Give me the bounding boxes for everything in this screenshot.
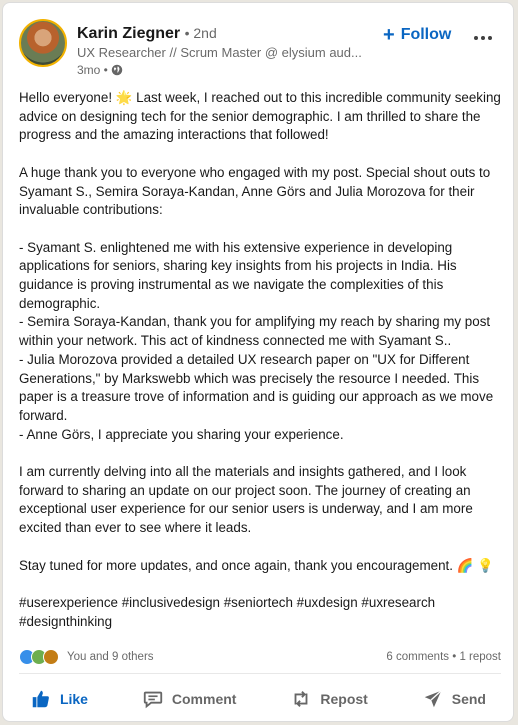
- send-icon: [424, 690, 442, 708]
- social-counts: You and 9 others 6 comments • 1 repost: [19, 647, 501, 667]
- reaction-icons[interactable]: [19, 649, 59, 665]
- comment-label: Comment: [171, 691, 237, 707]
- more-dot: [488, 36, 492, 40]
- post-paragraph: A huge thank you to everyone who engaged…: [19, 164, 491, 218]
- author-headline: UX Researcher // Scrum Master @ elysium …: [77, 45, 362, 60]
- divider: [19, 673, 501, 674]
- more-icon[interactable]: [471, 25, 495, 49]
- post-meta: 3mo •: [77, 63, 123, 77]
- comments-reposts-count[interactable]: 6 comments • 1 repost: [386, 651, 501, 663]
- comment-button[interactable]: Comment: [134, 682, 245, 716]
- post-bullet: - Julia Morozova provided a detailed UX …: [19, 351, 494, 423]
- action-bar: Like Comment Repost Send: [3, 679, 513, 719]
- post-header: Karin Ziegner • 2nd UX Researcher // Scr…: [3, 3, 513, 83]
- repost-label: Repost: [320, 691, 368, 707]
- avatar[interactable]: [19, 19, 67, 67]
- post-card: Karin Ziegner • 2nd UX Researcher // Scr…: [2, 2, 514, 722]
- send-button[interactable]: Send: [414, 682, 494, 716]
- more-dot: [474, 36, 478, 40]
- post-paragraph: Stay tuned for more updates, and once ag…: [19, 557, 494, 573]
- post-bullet: - Syamant S. enlightened me with his ext…: [19, 239, 457, 311]
- comment-icon: [143, 691, 163, 709]
- post-body: Hello everyone! 🌟 Last week, I reached o…: [19, 89, 501, 631]
- thumbs-up-icon: [32, 690, 49, 708]
- reactions-text[interactable]: You and 9 others: [67, 651, 154, 663]
- insight-reaction-icon: [43, 649, 59, 665]
- repost-button[interactable]: Repost: [282, 682, 375, 716]
- author-name-row: Karin Ziegner • 2nd: [77, 23, 217, 44]
- post-bullet: - Semira Soraya-Kandan, thank you for am…: [19, 314, 491, 349]
- follow-button[interactable]: + Follow: [383, 23, 451, 47]
- post-bullet: - Anne Görs, I appreciate you sharing yo…: [19, 426, 344, 442]
- like-button[interactable]: Like: [22, 682, 96, 716]
- connection-degree: • 2nd: [184, 25, 217, 41]
- globe-icon: [111, 64, 123, 76]
- repost-icon: [294, 691, 308, 707]
- post-paragraph: I am currently delving into all the mate…: [19, 464, 473, 536]
- hashtags[interactable]: #userexperience #inclusivedesign #senior…: [19, 594, 501, 631]
- like-label: Like: [59, 691, 88, 707]
- author-name[interactable]: Karin Ziegner: [77, 25, 180, 42]
- plus-icon: +: [383, 24, 395, 46]
- send-label: Send: [451, 691, 486, 707]
- post-paragraph: Hello everyone! 🌟 Last week, I reached o…: [19, 90, 501, 143]
- post-time: 3mo •: [77, 63, 108, 77]
- more-dot: [481, 36, 485, 40]
- follow-label: Follow: [400, 26, 452, 43]
